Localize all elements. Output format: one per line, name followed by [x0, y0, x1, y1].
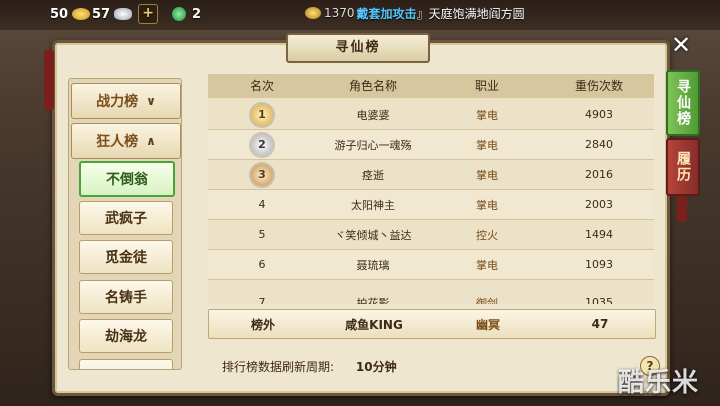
player-job: 掌电: [476, 108, 498, 122]
table-row[interactable]: 3 痉逝 掌电 2016: [208, 160, 654, 190]
tab-xunxianbang[interactable]: 寻仙榜: [666, 70, 700, 136]
panel-ornament-left: [44, 50, 54, 110]
rank-number: 4: [258, 198, 266, 211]
nav-item-partial[interactable]: [79, 359, 173, 369]
silver-medal-icon: 2: [251, 133, 273, 156]
jade-counter: 2: [172, 4, 201, 24]
top-bar: 50 57 + 2 1370 戴套加攻击 』天庭饱满地阎方圆: [0, 0, 720, 28]
coin-icon: [305, 7, 321, 19]
bronze-medal-icon: 3: [251, 163, 273, 186]
broadcast-ticker: 1370 戴套加攻击 』天庭饱满地阎方圆: [305, 4, 525, 22]
table-row[interactable]: 7 拍花影 御剑 1035: [208, 288, 654, 304]
player-name: 聂琉璃: [356, 258, 390, 272]
table-row[interactable]: 4 太阳神主 掌电 2003: [208, 190, 654, 220]
header-count: 重伤次数: [574, 79, 623, 93]
header-rank: 名次: [249, 79, 274, 93]
silver-counter: 57 +: [92, 4, 159, 24]
watermark-logo: 酷乐米: [618, 368, 700, 398]
chevron-down-icon: ∨: [146, 94, 156, 108]
add-currency-button[interactable]: +: [138, 4, 159, 24]
my-rank-row: 榜外 咸鱼KING 幽冥 47: [208, 309, 656, 339]
injury-count: 2003: [585, 198, 613, 211]
injury-count: 1494: [585, 228, 613, 241]
nav-item-budaoweng[interactable]: 不倒翁: [79, 161, 175, 197]
gold-counter: 50: [50, 4, 91, 24]
player-name: 太阳神主: [351, 198, 395, 212]
close-button[interactable]: ✕: [664, 30, 698, 60]
table-row[interactable]: 6 聂琉璃 掌电 1093: [208, 250, 654, 280]
player-job: 掌电: [476, 198, 498, 212]
player-job: 掌电: [476, 168, 498, 182]
panel-title: 寻仙榜: [286, 33, 430, 63]
gold-medal-icon: 1: [251, 103, 273, 126]
injury-count: 1093: [585, 258, 613, 271]
header-job: 职业: [474, 79, 499, 93]
silver-ingot-icon: [114, 8, 133, 20]
ticker-text: 』天庭饱满地阎方圆: [416, 6, 525, 21]
rank-number: 7: [258, 296, 266, 304]
my-name: 咸鱼KING: [345, 317, 403, 332]
injury-count: 4903: [585, 108, 613, 121]
ticker-highlight: 戴套加攻击: [356, 6, 417, 21]
my-job: 幽冥: [475, 317, 500, 332]
tab-lvli[interactable]: 履历: [666, 138, 700, 196]
refresh-value: 10分钟: [355, 360, 397, 374]
table-row[interactable]: 2 游子归心一魂殇 掌电 2840: [208, 130, 654, 160]
header-name: 角色名称: [348, 79, 397, 93]
ranking-table[interactable]: 名次 角色名称 职业 重伤次数 1 电婆婆 掌电 4903 2 游子归心一魂殇 …: [208, 74, 654, 304]
ranking-nav: 战力榜 ∨ 狂人榜 ∧ 不倒翁 武疯子 觅金徒 名铸手 劫海龙: [68, 78, 182, 370]
nav-item-mingzhushou[interactable]: 名铸手: [79, 280, 173, 314]
refresh-label: 排行榜数据刷新周期:: [222, 360, 335, 374]
player-name: 痉逝: [362, 168, 384, 182]
table-row[interactable]: 1 电婆婆 掌电 4903: [208, 100, 654, 130]
gold-value: 50: [50, 6, 69, 22]
silver-value: 57: [92, 6, 111, 22]
tab-tassel-ornament: [677, 196, 687, 222]
rank-number: 5: [258, 228, 266, 241]
player-name: 拍花影: [356, 296, 390, 305]
table-header: 名次 角色名称 职业 重伤次数: [208, 74, 654, 98]
nav-item-mijintu[interactable]: 觅金徒: [79, 240, 173, 274]
nav-group-label: 狂人榜: [96, 134, 139, 150]
gold-ingot-icon: [72, 8, 91, 20]
my-count: 47: [591, 317, 609, 331]
jade-icon: [172, 7, 186, 21]
player-job: 御剑: [476, 296, 498, 305]
nav-group-combat-power[interactable]: 战力榜 ∨: [71, 83, 181, 119]
rank-number: 6: [258, 258, 266, 271]
nav-group-madman[interactable]: 狂人榜 ∧: [71, 123, 181, 159]
injury-count: 2016: [585, 168, 613, 181]
player-name: ヾ笑倾城丶益达: [334, 228, 412, 242]
player-job: 控火: [476, 228, 498, 242]
injury-count: 2840: [585, 138, 613, 151]
refresh-info: 排行榜数据刷新周期: 10分钟: [222, 358, 397, 375]
nav-item-jiehailong[interactable]: 劫海龙: [79, 319, 173, 353]
player-name: 游子归心一魂殇: [334, 138, 412, 152]
jade-value: 2: [192, 6, 202, 22]
nav-item-wufengzi[interactable]: 武疯子: [79, 201, 173, 235]
injury-count: 1035: [585, 296, 613, 304]
ticker-number: 1370: [324, 6, 355, 20]
nav-group-label: 战力榜: [96, 94, 139, 110]
chevron-up-icon: ∧: [146, 134, 156, 148]
player-job: 掌电: [476, 138, 498, 152]
player-job: 掌电: [476, 258, 498, 272]
my-rank: 榜外: [250, 317, 275, 332]
table-row[interactable]: 5 ヾ笑倾城丶益达 控火 1494: [208, 220, 654, 250]
player-name: 电婆婆: [356, 108, 390, 122]
